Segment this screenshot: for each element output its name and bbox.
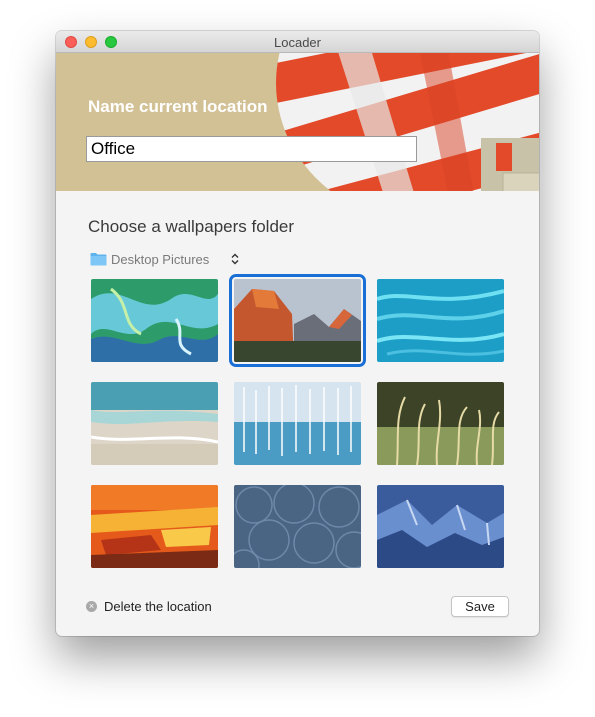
- hot-air-balloon-illustration: [276, 53, 539, 191]
- title-bar[interactable]: Locader: [56, 31, 539, 53]
- chevron-up-down-icon: [231, 253, 239, 265]
- header-title: Name current location: [88, 97, 268, 116]
- wallpaper-image: [91, 382, 218, 465]
- app-window: Locader Name current location Choose a w…: [56, 31, 539, 636]
- wallpaper-thumbnail-blue-lake-trees[interactable]: [234, 382, 361, 465]
- wallpaper-thumbnail-turquoise-water-ripples[interactable]: [377, 279, 504, 362]
- wallpaper-thumbnail-orange-painted-abstract[interactable]: [91, 485, 218, 568]
- wallpaper-thumbnail-blue-rock-formation[interactable]: [377, 485, 504, 568]
- remove-icon: ×: [86, 601, 97, 612]
- wallpaper-thumbnail-grass-field[interactable]: [377, 382, 504, 465]
- wallpaper-image: [234, 279, 361, 362]
- delete-location-label: Delete the location: [104, 599, 212, 614]
- wallpaper-thumbnail-el-capitan-mountains[interactable]: [229, 274, 366, 367]
- folder-icon: [90, 253, 107, 266]
- selected-folder-label: Desktop Pictures: [111, 251, 210, 267]
- wallpaper-image: [234, 485, 361, 568]
- window-title: Locader: [274, 35, 321, 50]
- location-name-input[interactable]: [86, 136, 417, 162]
- wallpaper-thumbnail-beach-shoreline[interactable]: [91, 382, 218, 465]
- wallpaper-image: [377, 485, 504, 568]
- delete-location-button[interactable]: × Delete the location: [86, 599, 212, 614]
- wallpaper-image: [234, 382, 361, 465]
- wallpaper-thumbnail-blue-scale-pattern[interactable]: [234, 485, 361, 568]
- wallpapers-section-title: Choose a wallpapers folder: [88, 217, 295, 236]
- wallpaper-image: [377, 382, 504, 465]
- wallpaper-image: [377, 279, 504, 362]
- location-header: Name current location: [56, 53, 539, 191]
- wallpaper-image: [91, 279, 218, 362]
- wallpaper-image: [91, 485, 218, 568]
- wallpaper-thumbnail-green-marbled-abstract[interactable]: [91, 279, 218, 362]
- wallpaper-folder-select[interactable]: Desktop Pictures: [90, 250, 239, 268]
- save-button[interactable]: Save: [451, 596, 509, 617]
